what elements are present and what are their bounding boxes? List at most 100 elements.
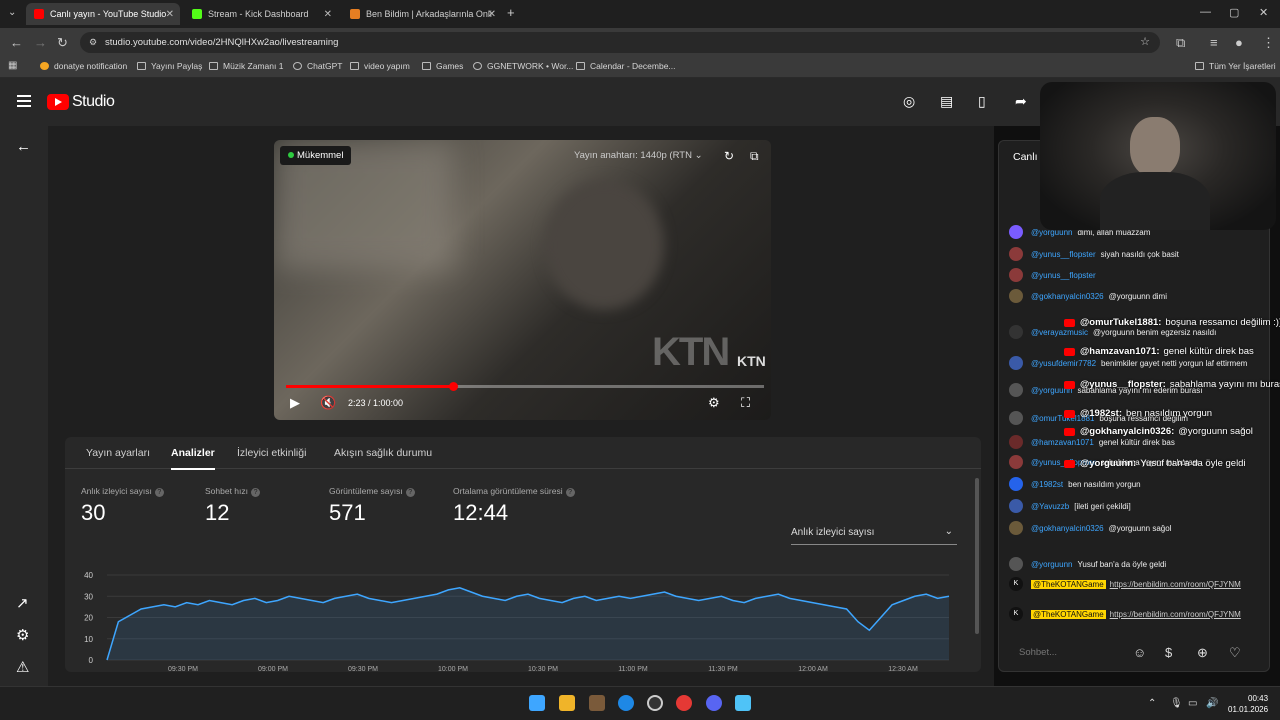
- user-avatar[interactable]: [1009, 383, 1023, 397]
- bookmark-star-icon[interactable]: ☆: [1140, 32, 1150, 53]
- media-control-icon[interactable]: ≡: [1210, 35, 1218, 50]
- file-explorer-icon[interactable]: [559, 695, 575, 711]
- chat-username[interactable]: @yorguunn: [1031, 560, 1072, 569]
- chat-input[interactable]: [1009, 641, 1129, 665]
- chat-username[interactable]: @yunus__flopster: [1031, 271, 1096, 280]
- extensions-icon[interactable]: ⧉: [1176, 35, 1185, 51]
- obs-icon[interactable]: [647, 695, 663, 711]
- profile-avatar-icon[interactable]: ●: [1235, 35, 1243, 50]
- url-field[interactable]: ⚙ studio.youtube.com/video/2HNQlHXw2ao/l…: [80, 32, 1160, 53]
- heart-icon[interactable]: ♡: [1229, 645, 1241, 661]
- room-link[interactable]: https://benbildim.com/room/QFJYNM: [1110, 580, 1241, 589]
- chat-username[interactable]: @verayazmusic: [1031, 328, 1088, 337]
- tab-stream-settings[interactable]: Yayın ayarları: [86, 447, 150, 459]
- bookmark-item[interactable]: ChatGPT: [293, 61, 342, 71]
- chat-username[interactable]: @gokhanyalcin0326: [1031, 524, 1104, 533]
- chat-username[interactable]: @hamzavan1071: [1031, 438, 1094, 447]
- all-bookmarks[interactable]: Tüm Yer İşaretleri: [1195, 61, 1276, 71]
- settings-gear-icon[interactable]: ⚙: [708, 395, 720, 411]
- user-avatar[interactable]: [1009, 325, 1023, 339]
- maximize-icon[interactable]: ▢: [1229, 6, 1239, 19]
- user-avatar[interactable]: [1009, 411, 1023, 425]
- tab-analytics[interactable]: Analizler: [171, 447, 215, 470]
- menu-kebab-icon[interactable]: ⋮: [1262, 35, 1275, 51]
- bookmark-item[interactable]: Yayını Paylaş: [137, 61, 202, 71]
- tab-stream-health[interactable]: Akışın sağlık durumu: [334, 447, 432, 459]
- chat-username[interactable]: @1982st: [1031, 480, 1063, 489]
- feedback-icon[interactable]: ⚠: [16, 658, 29, 676]
- super-chat-icon[interactable]: $: [1165, 645, 1172, 660]
- user-avatar[interactable]: [1009, 455, 1023, 469]
- bookmark-item[interactable]: donatye notification: [40, 61, 127, 71]
- user-avatar[interactable]: [1009, 268, 1023, 282]
- user-avatar[interactable]: [1009, 225, 1023, 239]
- close-tab-icon[interactable]: ✕: [166, 9, 174, 20]
- system-clock[interactable]: 00:43 01.01.2026: [1228, 693, 1268, 715]
- settings-gear-icon[interactable]: ⚙: [16, 626, 29, 644]
- close-tab-icon[interactable]: ✕: [488, 9, 496, 20]
- tab-viewer-engagement[interactable]: İzleyici etkinliği: [237, 447, 306, 459]
- bookmark-item[interactable]: video yapım: [350, 61, 410, 71]
- progress-knob[interactable]: [448, 382, 458, 391]
- close-tab-icon[interactable]: ✕: [324, 9, 332, 20]
- analytics-scrollbar[interactable]: [975, 478, 979, 634]
- video-progress-bar[interactable]: [286, 382, 764, 391]
- network-icon[interactable]: ▭: [1188, 698, 1197, 709]
- chat-username[interactable]: @yusufdemir7782: [1031, 359, 1096, 368]
- muted-speaker-icon[interactable]: 🔇: [320, 395, 336, 411]
- hamburger-menu-icon[interactable]: [17, 95, 31, 107]
- room-link[interactable]: https://benbildim.com/room/QFJYNM: [1110, 610, 1241, 619]
- play-icon[interactable]: ▶: [290, 395, 300, 411]
- tab-search-icon[interactable]: ⌄: [8, 7, 16, 18]
- stream-preview[interactable]: Mükemmel Yayın anahtarı: 1440p (RTN ⌄ ↻ …: [274, 140, 771, 420]
- windows-start-icon[interactable]: [529, 695, 545, 711]
- forward-icon[interactable]: →: [34, 35, 47, 50]
- new-tab-icon[interactable]: +: [507, 5, 515, 20]
- reload-icon[interactable]: ↻: [57, 35, 68, 51]
- open-external-icon[interactable]: ↗: [16, 594, 29, 612]
- back-arrow-icon[interactable]: ←: [16, 138, 31, 155]
- close-window-icon[interactable]: ✕: [1259, 6, 1268, 19]
- bookmark-item[interactable]: Calendar - Decembe...: [576, 61, 676, 71]
- copy-icon[interactable]: ⧉: [750, 149, 759, 164]
- user-avatar[interactable]: [1009, 247, 1023, 261]
- chrome-icon[interactable]: [676, 695, 692, 711]
- user-avatar[interactable]: [1009, 435, 1023, 449]
- volume-icon[interactable]: 🔊: [1206, 698, 1218, 709]
- tab-youtube-studio[interactable]: Canlı yayın - YouTube Studio ✕: [26, 3, 180, 25]
- clapper-icon[interactable]: ▤: [940, 93, 953, 110]
- stream-key-select[interactable]: Yayın anahtarı: 1440p (RTN ⌄: [574, 150, 703, 161]
- edge-icon[interactable]: [618, 695, 634, 711]
- chat-username[interactable]: @Yavuzzb: [1031, 502, 1069, 511]
- emoji-icon[interactable]: ☺: [1133, 645, 1146, 660]
- chat-username[interactable]: @gokhanyalcin0326: [1031, 292, 1104, 301]
- add-icon[interactable]: ⊕: [1197, 645, 1208, 661]
- bookmark-item[interactable]: Müzik Zamanı 1: [209, 61, 283, 71]
- fullscreen-icon[interactable]: ⛶: [741, 395, 750, 411]
- youtube-studio-logo[interactable]: Studio: [47, 93, 115, 111]
- chart-metric-dropdown[interactable]: Anlık izleyici sayısı ⌄: [791, 526, 957, 545]
- user-avatar[interactable]: [1009, 477, 1023, 491]
- user-avatar[interactable]: [1009, 499, 1023, 513]
- live-analytics-icon[interactable]: ◎: [903, 93, 915, 110]
- discord-icon[interactable]: [706, 695, 722, 711]
- user-avatar[interactable]: [1009, 521, 1023, 535]
- chat-username[interactable]: @yunus__flopster: [1031, 250, 1096, 259]
- help-icon[interactable]: ?: [405, 488, 415, 497]
- user-avatar[interactable]: [1009, 356, 1023, 370]
- help-icon[interactable]: ?: [154, 488, 164, 497]
- site-info-icon[interactable]: ⚙: [89, 32, 97, 53]
- bookmark-item[interactable]: GGNETWORK • Wor...: [473, 61, 573, 71]
- user-avatar[interactable]: [1009, 289, 1023, 303]
- back-icon[interactable]: ←: [10, 35, 23, 50]
- apps-grid-icon[interactable]: ▦: [8, 60, 17, 71]
- bookmark-icon[interactable]: ▯: [978, 93, 986, 110]
- user-avatar[interactable]: [1009, 557, 1023, 571]
- tray-chevron-icon[interactable]: ⌃: [1148, 698, 1156, 709]
- app-icon[interactable]: [589, 695, 605, 711]
- notepad-icon[interactable]: [735, 695, 751, 711]
- mic-icon[interactable]: 🎙: [1170, 698, 1183, 709]
- share-icon[interactable]: ➦: [1015, 93, 1027, 110]
- bookmark-item[interactable]: Games: [422, 61, 463, 71]
- minimize-icon[interactable]: —: [1200, 6, 1211, 18]
